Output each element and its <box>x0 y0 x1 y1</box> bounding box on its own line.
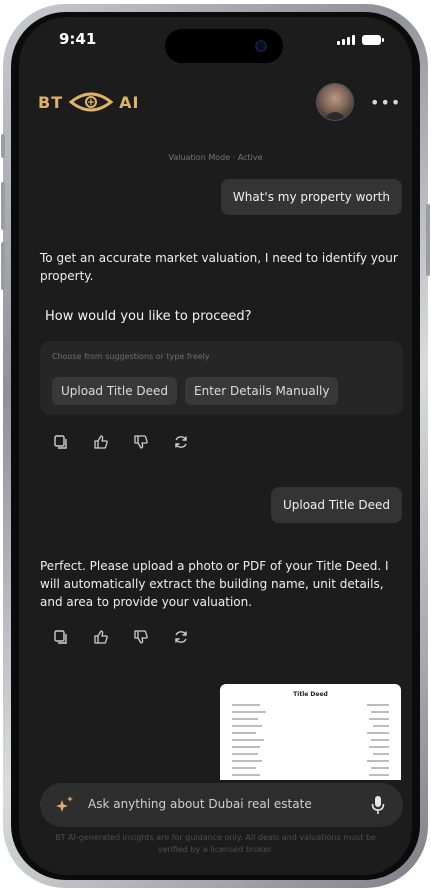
ai-message: To get an accurate market valuation, I n… <box>40 251 398 283</box>
copy-icon[interactable] <box>53 629 69 645</box>
sparkle-icon[interactable] <box>54 794 76 816</box>
suggestions-hint: Choose from suggestions or type freely <box>52 352 210 361</box>
thumbs-up-icon[interactable] <box>93 629 109 645</box>
chat-input[interactable] <box>88 797 348 811</box>
mode-indicator: Valuation Mode · Active <box>168 153 263 162</box>
battery-icon <box>362 35 384 45</box>
logo-text-ai: AI <box>119 92 140 112</box>
camera-icon <box>255 40 267 52</box>
eye-logo-icon <box>69 92 114 112</box>
power-button <box>426 204 430 276</box>
volume-up-button <box>1 182 5 230</box>
proceed-question: How would you like to proceed? <box>45 309 252 324</box>
enter-details-manually-chip[interactable]: Enter Details Manually <box>185 377 339 405</box>
signal-icon <box>337 35 355 45</box>
volume-down-button <box>1 242 5 290</box>
action-button <box>1 134 5 158</box>
app-screen: 9:41 BT AI ••• Valuation Mode · Active W… <box>19 17 412 875</box>
status-time: 9:41 <box>59 30 97 48</box>
logo-text-bt: BT <box>38 92 64 112</box>
message-actions <box>53 434 189 450</box>
thumbs-down-icon[interactable] <box>133 434 149 450</box>
title-deed-attachment[interactable]: Title Deed <box>220 684 401 780</box>
dynamic-island <box>165 29 283 63</box>
thumbs-up-icon[interactable] <box>93 434 109 450</box>
user-message: What's my property worth <box>220 179 402 215</box>
regenerate-icon[interactable] <box>173 434 189 450</box>
upload-title-deed-chip[interactable]: Upload Title Deed <box>52 377 178 405</box>
avatar[interactable] <box>316 83 354 121</box>
suggestions-panel: Choose from suggestions or type freely U… <box>40 341 403 415</box>
message-actions <box>53 629 189 645</box>
app-logo[interactable]: BT AI <box>38 91 139 113</box>
thumbs-down-icon[interactable] <box>133 629 149 645</box>
user-message: Upload Title Deed <box>270 487 402 523</box>
more-options-icon[interactable]: ••• <box>370 93 401 112</box>
regenerate-icon[interactable] <box>173 629 189 645</box>
copy-icon[interactable] <box>53 434 69 450</box>
attachment-title: Title Deed <box>293 691 328 698</box>
chat-composer <box>40 783 403 827</box>
ai-message: Perfect. Please upload a photo or PDF of… <box>40 559 389 609</box>
disclaimer-text: BT AI-generated insights are for guidanc… <box>55 833 376 854</box>
microphone-icon[interactable] <box>371 795 385 815</box>
